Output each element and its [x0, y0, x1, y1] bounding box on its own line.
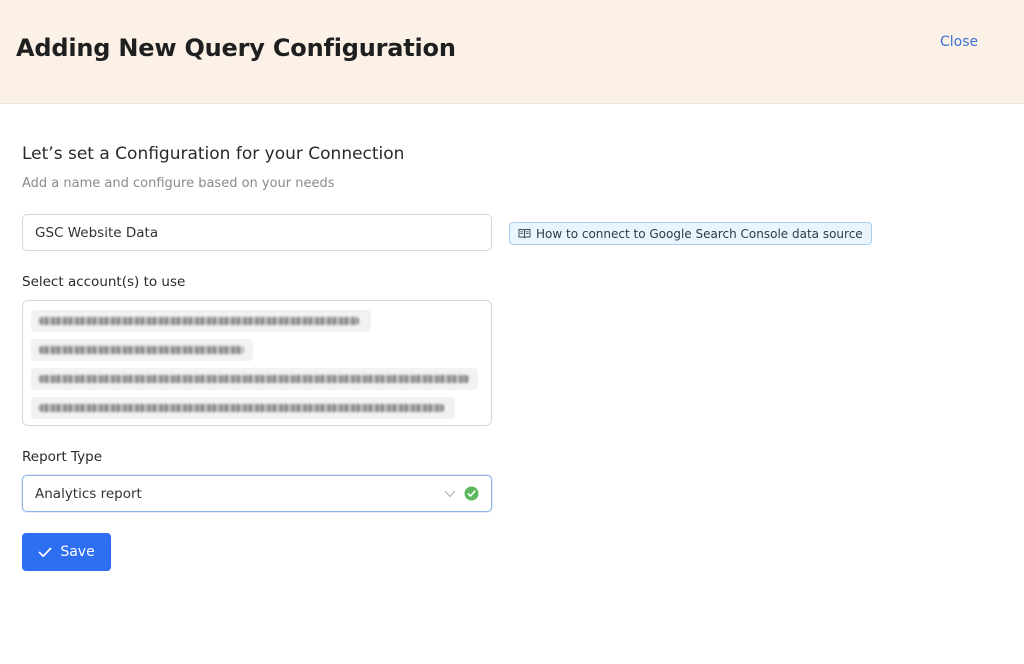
redacted-account-text: [39, 317, 359, 325]
report-type-value: Analytics report: [35, 485, 142, 502]
section-subtitle: Add a name and configure based on your n…: [22, 176, 335, 191]
configuration-name-input[interactable]: [22, 214, 492, 251]
close-link[interactable]: Close: [940, 34, 978, 50]
redacted-account-text: [39, 346, 244, 354]
account-option[interactable]: [31, 310, 371, 332]
accounts-label: Select account(s) to use: [22, 274, 186, 290]
report-type-label: Report Type: [22, 449, 103, 465]
account-option[interactable]: [31, 339, 253, 361]
account-option[interactable]: [31, 368, 478, 390]
page-title: Adding New Query Configuration: [16, 34, 456, 62]
chevron-down-icon: [444, 490, 456, 497]
save-button[interactable]: Save: [22, 533, 111, 571]
page-header: Adding New Query Configuration Close: [0, 0, 1024, 104]
section-title: Let’s set a Configuration for your Conne…: [22, 144, 405, 164]
book-icon: [518, 229, 531, 239]
help-link-button[interactable]: How to connect to Google Search Console …: [509, 222, 872, 245]
accounts-list[interactable]: [22, 300, 492, 426]
check-circle-icon: [464, 486, 479, 501]
save-button-label: Save: [60, 544, 95, 560]
account-option[interactable]: [31, 397, 455, 419]
redacted-account-text: [39, 404, 444, 412]
redacted-account-text: [39, 375, 469, 383]
help-link-label: How to connect to Google Search Console …: [536, 226, 863, 241]
report-type-select[interactable]: Analytics report: [22, 475, 492, 512]
checkmark-icon: [38, 547, 52, 557]
